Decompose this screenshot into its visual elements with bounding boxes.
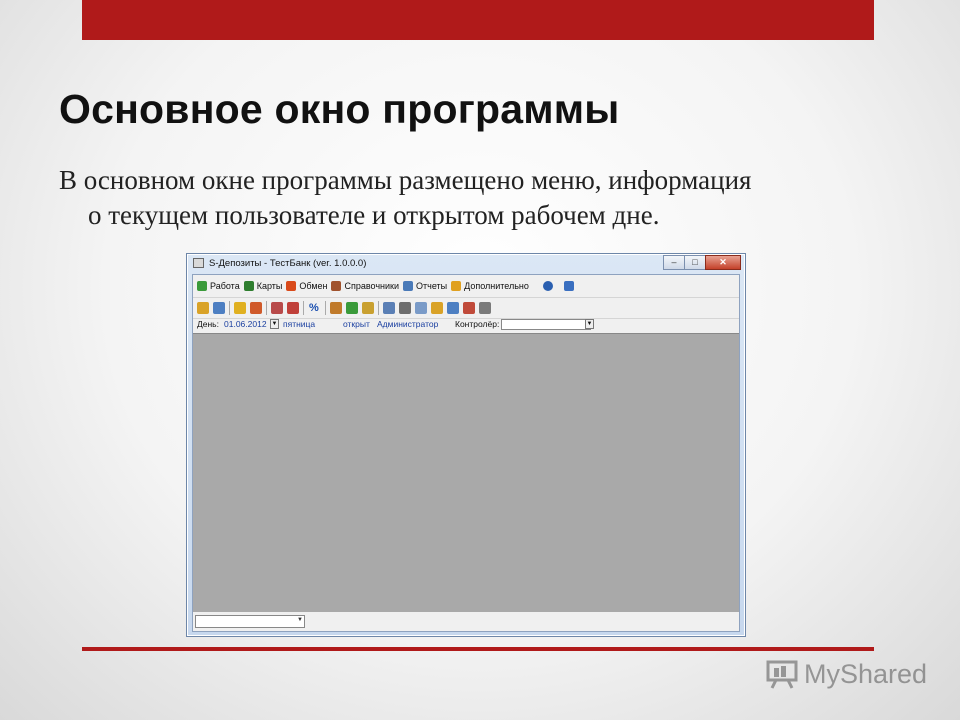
toolbar-separator — [325, 301, 326, 315]
status-bar: ▼ — [193, 612, 739, 631]
window-copy-icon[interactable] — [383, 302, 395, 314]
watermark: MyShared — [766, 656, 927, 692]
current-user: Администратор — [377, 319, 439, 329]
presentation-board-icon — [766, 659, 800, 689]
calendar-icon[interactable] — [271, 302, 283, 314]
top-accent-bar — [82, 0, 874, 40]
slide-title: Основное окно программы — [59, 86, 620, 132]
menu-item-label: Отчеты — [416, 281, 448, 291]
day-info-bar: День: 01.06.2012 ▼ пятница открыт Админи… — [193, 318, 739, 332]
slide-body-line-2: о текущем пользователе и открытом рабоче… — [88, 200, 660, 230]
work-icon — [197, 281, 207, 291]
coins-icon[interactable] — [234, 302, 246, 314]
stamp-icon[interactable] — [287, 302, 299, 314]
slide-body-line-1: В основном окне программы размещено меню… — [59, 165, 752, 195]
percent-icon[interactable]: % — [309, 302, 321, 314]
chevron-down-icon: ▼ — [297, 617, 303, 623]
menu-item-references[interactable]: Справочники — [331, 281, 399, 291]
client-icon[interactable] — [330, 302, 342, 314]
menu-item-exchange[interactable]: Обмен — [286, 281, 327, 291]
controller-dropdown-button[interactable]: ▼ — [585, 319, 594, 329]
print-icon[interactable] — [399, 302, 411, 314]
close-button[interactable]: ✕ — [705, 255, 741, 270]
toolbar: % — [193, 297, 739, 319]
window-new-icon[interactable] — [415, 302, 427, 314]
workspace-area — [193, 333, 739, 612]
toolbar-separator — [303, 301, 304, 315]
exit-door-icon — [563, 281, 574, 291]
day-weekday: пятница — [283, 319, 316, 329]
window-client-area: Работа Карты Обмен Справочники Отчеты До… — [192, 274, 740, 632]
menu-item-cards[interactable]: Карты — [243, 281, 283, 291]
toolbar-separator — [266, 301, 267, 315]
watermark-text: MyShared — [804, 658, 928, 689]
toolbar-separator — [378, 301, 379, 315]
minimize-button[interactable]: – — [663, 255, 685, 270]
menu-item-reports[interactable]: Отчеты — [403, 281, 447, 291]
menu-item-label: Справочники — [344, 281, 400, 291]
day-date: 01.06.2012 — [224, 319, 267, 329]
report-window-icon[interactable] — [463, 302, 475, 314]
edit-document-icon[interactable] — [213, 302, 225, 314]
slide-body: В основном окне программы размещено меню… — [59, 163, 899, 233]
info-button[interactable] — [542, 281, 556, 291]
reports-icon — [403, 281, 414, 291]
books-icon — [331, 281, 342, 291]
menu-item-label: Обмен — [299, 281, 328, 291]
window-titlebar[interactable]: S-Депозиты - ТестБанк (ver. 1.0.0.0) – □… — [187, 254, 745, 274]
calculator-icon[interactable] — [479, 302, 491, 314]
cards-icon — [243, 281, 254, 291]
money-bag-icon[interactable] — [346, 302, 358, 314]
bottom-accent-line — [82, 647, 874, 651]
maximize-button[interactable]: □ — [684, 255, 706, 270]
menu-item-label: Карты — [256, 281, 283, 291]
day-label: День: — [197, 319, 219, 329]
status-select[interactable]: ▼ — [195, 615, 305, 628]
toolbar-separator — [229, 301, 230, 315]
menu-item-label: Дополнительно — [464, 281, 529, 291]
menu-item-work[interactable]: Работа — [197, 281, 240, 291]
open-folder-icon[interactable] — [197, 302, 209, 314]
chart-window-icon[interactable] — [447, 302, 459, 314]
app-icon — [193, 258, 204, 268]
controller-select[interactable] — [501, 319, 591, 330]
date-dropdown-button[interactable]: ▼ — [270, 319, 279, 329]
extra-icon — [451, 281, 462, 291]
exchange-icon — [286, 281, 297, 291]
info-icon — [542, 281, 553, 291]
day-status: открыт — [343, 319, 370, 329]
menu-item-extra[interactable]: Дополнительно — [451, 281, 529, 291]
refresh-icon[interactable] — [250, 302, 262, 314]
menu-bar: Работа Карты Обмен Справочники Отчеты До… — [193, 276, 577, 296]
controller-label: Контролёр: — [455, 319, 500, 329]
menu-item-label: Работа — [210, 281, 240, 291]
program-window: S-Депозиты - ТестБанк (ver. 1.0.0.0) – □… — [186, 253, 746, 637]
transfer-icon[interactable] — [362, 302, 374, 314]
exit-button[interactable] — [563, 281, 577, 291]
window-title: S-Депозиты - ТестБанк (ver. 1.0.0.0) — [209, 258, 367, 269]
folder-icon[interactable] — [431, 302, 443, 314]
